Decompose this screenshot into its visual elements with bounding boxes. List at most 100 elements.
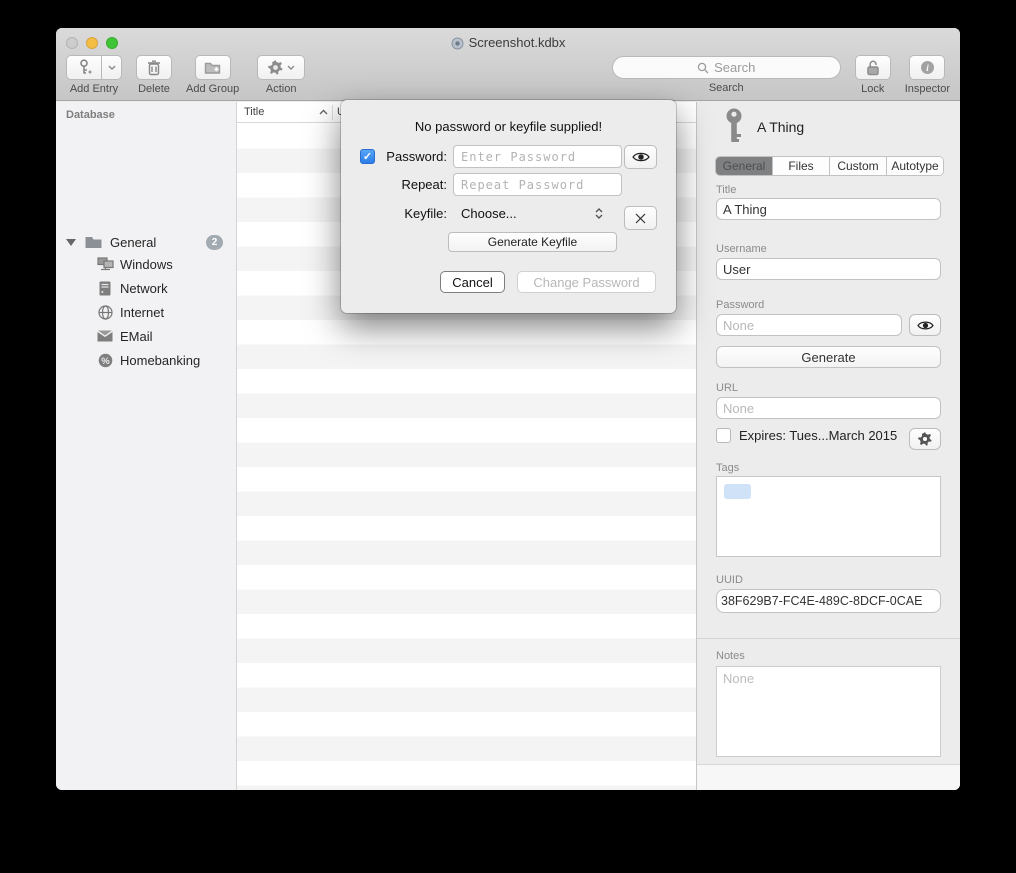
close-x-icon xyxy=(635,213,646,224)
search-input[interactable]: Search xyxy=(612,56,841,79)
open-padlock-icon xyxy=(866,60,880,76)
generate-keyfile-button[interactable]: Generate Keyfile xyxy=(448,232,617,252)
window-title-text: Screenshot.kdbx xyxy=(469,35,566,50)
lock-tool: Lock xyxy=(855,55,891,95)
inspector-button[interactable]: i xyxy=(909,55,945,80)
action-tool: Action xyxy=(257,55,305,95)
sidebar-item-label: Windows xyxy=(120,257,173,272)
reveal-password-button[interactable] xyxy=(909,314,941,336)
add-group-label: Add Group xyxy=(186,83,239,95)
repeat-row: Repeat: xyxy=(360,173,622,196)
inspector-tabs: General Files Custom Autotype xyxy=(715,156,944,176)
column-title-label: Title xyxy=(244,106,264,118)
sidebar-item-label: EMail xyxy=(120,329,153,344)
sidebar: Database General 2 Windows xyxy=(56,102,237,790)
tab-files[interactable]: Files xyxy=(773,157,830,175)
key-icon xyxy=(723,108,745,146)
password-checkbox[interactable]: ✓ xyxy=(360,149,375,164)
entry-count-badge: 2 xyxy=(206,235,223,250)
expires-settings-button[interactable] xyxy=(909,428,941,450)
add-entry-tool: Add Entry xyxy=(66,55,122,95)
inspector-label: Inspector xyxy=(905,83,950,95)
notes-label: Notes xyxy=(716,650,745,662)
key-plus-icon xyxy=(77,59,92,76)
stepper-icon xyxy=(595,208,603,219)
column-header-title[interactable]: Title xyxy=(237,106,332,118)
document-icon xyxy=(451,37,464,50)
toolbar: Add Entry Delete xyxy=(66,55,950,99)
dialog-reveal-password-button[interactable] xyxy=(624,145,657,169)
change-password-button-label: Change Password xyxy=(533,275,639,290)
add-entry-button[interactable] xyxy=(66,55,102,80)
cancel-button-label: Cancel xyxy=(452,275,492,290)
generate-password-button[interactable]: Generate xyxy=(716,346,941,368)
change-password-button[interactable]: Change Password xyxy=(517,271,656,293)
sidebar-item-label: General xyxy=(110,235,156,250)
entry-title: A Thing xyxy=(757,119,804,135)
add-entry-label: Add Entry xyxy=(70,83,118,95)
keyfile-row: Keyfile: Choose... xyxy=(360,206,622,221)
expires-row: Expires: Tues...March 2015 xyxy=(716,428,897,443)
title-field[interactable] xyxy=(716,198,941,220)
titlebar-toolbar: Screenshot.kdbx xyxy=(56,28,960,101)
dialog-repeat-input[interactable] xyxy=(453,173,622,196)
search-label: Search xyxy=(709,82,744,94)
sidebar-item-internet[interactable]: Internet xyxy=(56,300,236,324)
expires-checkbox[interactable] xyxy=(716,428,731,443)
username-field-label: Username xyxy=(716,243,767,255)
add-entry-dropdown-button[interactable] xyxy=(102,55,122,80)
gear-icon xyxy=(268,60,283,75)
url-field[interactable] xyxy=(716,397,941,419)
uuid-field[interactable] xyxy=(716,589,941,613)
tab-custom[interactable]: Custom xyxy=(830,157,887,175)
delete-button[interactable] xyxy=(136,55,172,80)
tab-autotype[interactable]: Autotype xyxy=(887,157,943,175)
tag-chip[interactable] xyxy=(724,484,751,499)
sidebar-item-email[interactable]: EMail xyxy=(56,324,236,348)
inspector-panel: A Thing General Files Custom Autotype Ti… xyxy=(696,102,960,790)
inspector-footer xyxy=(697,764,960,790)
action-button[interactable] xyxy=(257,55,305,80)
title-field-label: Title xyxy=(716,184,736,196)
keyfile-popup[interactable]: Choose... xyxy=(453,206,622,221)
keyfile-popup-value: Choose... xyxy=(461,206,517,221)
eye-icon xyxy=(632,151,650,163)
change-password-dialog: No password or keyfile supplied! ✓ Passw… xyxy=(341,100,676,313)
delete-label: Delete xyxy=(138,83,170,95)
add-group-button[interactable] xyxy=(195,55,231,80)
dialog-password-input[interactable] xyxy=(453,145,622,168)
notes-field[interactable] xyxy=(716,666,941,757)
sort-ascending-icon xyxy=(319,109,328,115)
add-group-tool: Add Group xyxy=(186,55,239,95)
password-field[interactable] xyxy=(716,314,902,336)
gear-icon xyxy=(918,432,932,446)
dialog-password-label: Password: xyxy=(381,149,447,164)
folder-plus-icon xyxy=(204,61,221,75)
delete-tool: Delete xyxy=(136,55,172,95)
username-field[interactable] xyxy=(716,258,941,280)
inspector-divider xyxy=(697,638,960,639)
sidebar-item-general[interactable]: General 2 xyxy=(56,230,236,254)
percent-circle-icon: % xyxy=(96,353,114,368)
tags-label: Tags xyxy=(716,462,739,474)
disclosure-triangle-icon[interactable] xyxy=(66,239,76,246)
envelope-icon xyxy=(96,330,114,342)
action-label: Action xyxy=(266,83,297,95)
generate-button-label: Generate xyxy=(801,350,855,365)
sidebar-section-header: Database xyxy=(66,109,115,121)
dialog-repeat-label: Repeat: xyxy=(381,177,447,192)
password-row: ✓ Password: xyxy=(360,145,622,168)
dialog-keyfile-label: Keyfile: xyxy=(381,206,447,221)
tab-general[interactable]: General xyxy=(716,157,773,175)
info-icon: i xyxy=(920,60,935,75)
tags-box[interactable] xyxy=(716,476,941,557)
sidebar-item-network[interactable]: Network xyxy=(56,276,236,300)
sidebar-item-homebanking[interactable]: % Homebanking xyxy=(56,348,236,372)
lock-label: Lock xyxy=(861,83,884,95)
sidebar-item-windows[interactable]: Windows xyxy=(56,252,236,276)
cancel-button[interactable]: Cancel xyxy=(440,271,505,293)
lock-button[interactable] xyxy=(855,55,891,80)
uuid-label: UUID xyxy=(716,574,743,586)
clear-keyfile-button[interactable] xyxy=(624,206,657,230)
search-placeholder: Search xyxy=(714,60,755,75)
